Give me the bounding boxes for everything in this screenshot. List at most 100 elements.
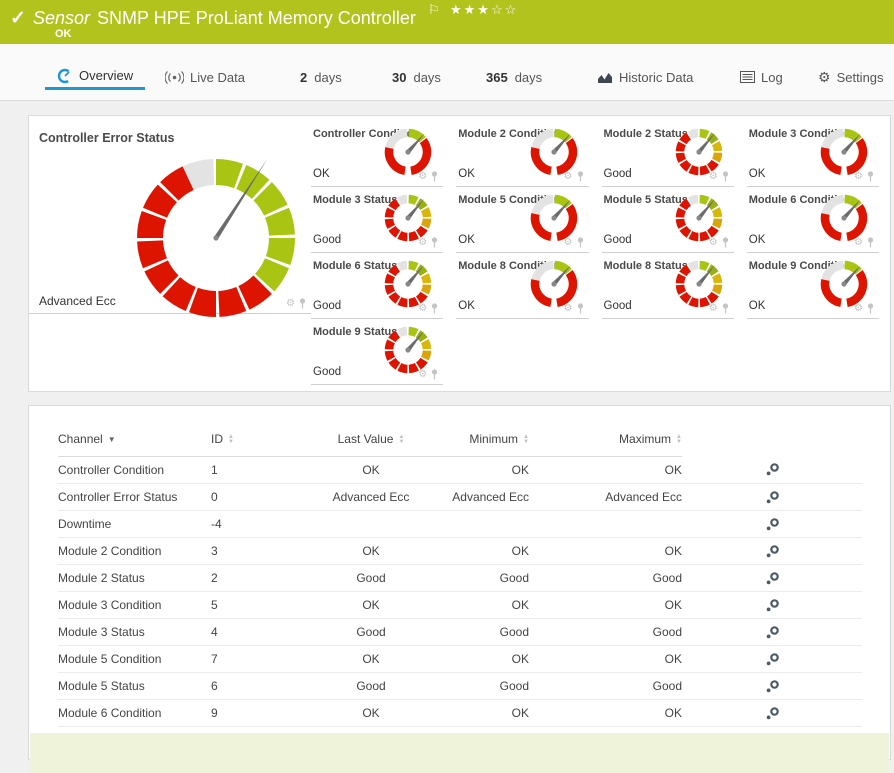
table-row[interactable]: Controller Error Status 0 Advanced Ecc A…	[58, 483, 862, 511]
small-gauges-grid: Controller Condition OK ⚙ Module 2 Condi…	[311, 121, 892, 385]
column-header-channel[interactable]: Channel ▼	[58, 432, 211, 457]
tab-live-data[interactable]: Live Data	[153, 69, 257, 90]
priority-stars[interactable]: ★★★☆☆	[450, 2, 518, 18]
channel-settings-icon[interactable]	[765, 517, 780, 532]
pin-icon[interactable]	[576, 171, 585, 182]
pin-icon[interactable]	[866, 303, 875, 314]
sort-icon: ▲ ▼	[398, 433, 405, 445]
tab-label: Live Data	[190, 69, 245, 85]
tab-label: Overview	[79, 68, 134, 83]
cell-last-value: Good	[311, 564, 431, 592]
gauge-panel-module-2-status[interactable]: Module 2 Status Good ⚙	[601, 121, 734, 187]
pin-icon[interactable]	[576, 303, 585, 314]
flag-icon[interactable]: ⚐	[428, 2, 440, 18]
gauge-panel-module-6-condition[interactable]: Module 6 Condition OK ⚙	[746, 187, 879, 253]
gauge-panel-module-6-status[interactable]: Module 6 Status Good ⚙	[311, 253, 444, 319]
gear-icon[interactable]: ⚙	[418, 369, 427, 380]
gauge-panel-module-8-condition[interactable]: Module 8 Condition OK ⚙	[456, 253, 589, 319]
cell-id: 1	[211, 456, 311, 484]
column-header-minimum[interactable]: Minimum ▲ ▼	[431, 432, 529, 457]
gauge-panel-module-2-condition[interactable]: Module 2 Condition OK ⚙	[456, 121, 589, 187]
gear-icon[interactable]: ⚙	[854, 303, 863, 314]
cell-last-value: OK	[311, 645, 431, 673]
gear-icon[interactable]: ⚙	[418, 237, 427, 248]
table-row[interactable]: Module 6 Condition 9 OK OK OK	[58, 699, 862, 727]
main-gauge	[137, 158, 295, 317]
table-row[interactable]: Module 3 Condition 5 OK OK OK	[58, 591, 862, 619]
cell-id: 4	[211, 618, 311, 646]
channel-settings-icon[interactable]	[765, 706, 780, 721]
pin-icon[interactable]	[866, 171, 875, 182]
tab-log[interactable]: Log	[728, 70, 795, 90]
table-row[interactable]: Module 5 Status 6 Good Good Good	[58, 672, 862, 700]
channel-settings-icon[interactable]	[765, 598, 780, 613]
pin-icon[interactable]	[430, 237, 439, 248]
gauge-panel-module-8-status[interactable]: Module 8 Status Good ⚙	[601, 253, 734, 319]
pin-icon[interactable]	[721, 237, 730, 248]
gauge-panel-module-3-status[interactable]: Module 3 Status Good ⚙	[311, 187, 444, 253]
gear-icon[interactable]: ⚙	[418, 303, 427, 314]
column-header-maximum[interactable]: Maximum ▲ ▼	[529, 432, 682, 457]
channel-settings-icon[interactable]	[765, 544, 780, 559]
gauge-value: Good	[603, 300, 632, 312]
channel-settings-icon[interactable]	[765, 679, 780, 694]
column-header-last-value[interactable]: Last Value ▲ ▼	[311, 432, 431, 457]
pin-icon[interactable]	[430, 369, 439, 380]
channel-settings-icon[interactable]	[765, 625, 780, 640]
cell-id: 3	[211, 537, 311, 565]
cell-channel: Controller Condition	[58, 456, 211, 484]
tab-days[interactable]: 365 days	[474, 70, 554, 90]
tab-days[interactable]: 2 days	[288, 70, 354, 90]
gauge-panel-controller-condition[interactable]: Controller Condition OK ⚙	[311, 121, 444, 187]
gear-icon[interactable]: ⚙	[418, 171, 427, 182]
table-row[interactable]: Controller Condition 1 OK OK OK	[58, 456, 862, 484]
main-gauge-panel[interactable]: Controller Error Status Advanced Ecc ⚙	[29, 121, 311, 317]
gear-icon[interactable]: ⚙	[564, 171, 573, 182]
tab-historic-data[interactable]: Historic Data	[585, 70, 705, 90]
cell-channel: Module 6 Condition	[58, 699, 211, 727]
cell-last-value: OK	[311, 699, 431, 727]
pin-icon[interactable]	[721, 171, 730, 182]
tab-days[interactable]: 30 days	[380, 70, 453, 90]
gear-icon[interactable]: ⚙	[709, 171, 718, 182]
gauge-panel-module-9-status[interactable]: Module 9 Status Good ⚙	[311, 319, 444, 385]
gauge-panel-module-5-condition[interactable]: Module 5 Condition OK ⚙	[456, 187, 589, 253]
pin-icon[interactable]	[866, 237, 875, 248]
gear-icon[interactable]: ⚙	[564, 237, 573, 248]
gauge-panel-module-5-status[interactable]: Module 5 Status Good ⚙	[601, 187, 734, 253]
pin-icon[interactable]	[298, 298, 307, 309]
gear-icon[interactable]: ⚙	[854, 237, 863, 248]
channel-settings-icon[interactable]	[765, 652, 780, 667]
cell-id: 7	[211, 645, 311, 673]
gear-icon[interactable]: ⚙	[564, 303, 573, 314]
cell-maximum: OK	[529, 645, 682, 673]
tab-settings[interactable]: ⚙ Settings	[806, 69, 894, 90]
table-row[interactable]: Module 2 Status 2 Good Good Good	[58, 564, 862, 592]
tab-overview[interactable]: Overview	[45, 68, 146, 90]
table-row[interactable]: Downtime -4	[58, 510, 862, 538]
channel-settings-icon[interactable]	[765, 571, 780, 586]
gear-icon[interactable]: ⚙	[709, 303, 718, 314]
cell-last-value	[311, 510, 431, 538]
gear-icon[interactable]: ⚙	[854, 171, 863, 182]
gauge-panel-module-3-condition[interactable]: Module 3 Condition OK ⚙	[746, 121, 879, 187]
pin-icon[interactable]	[430, 171, 439, 182]
cell-minimum: Good	[431, 618, 529, 646]
gear-icon[interactable]: ⚙	[286, 298, 295, 309]
pin-icon[interactable]	[430, 303, 439, 314]
channel-settings-icon[interactable]	[765, 462, 780, 477]
pin-icon[interactable]	[721, 303, 730, 314]
gauge-panel-module-9-condition[interactable]: Module 9 Condition OK ⚙	[746, 253, 879, 319]
channel-settings-icon[interactable]	[765, 490, 780, 505]
gear-icon[interactable]: ⚙	[709, 237, 718, 248]
pin-icon[interactable]	[576, 237, 585, 248]
table-row[interactable]: Module 2 Condition 3 OK OK OK	[58, 537, 862, 565]
table-row[interactable]: Module 3 Status 4 Good Good Good	[58, 618, 862, 646]
sort-icon: ▲ ▼	[228, 433, 234, 445]
cell-minimum: Good	[431, 672, 529, 700]
column-header-id[interactable]: ID ▲ ▼	[211, 432, 311, 457]
cell-minimum: OK	[431, 456, 529, 484]
table-row[interactable]: Module 5 Condition 7 OK OK OK	[58, 645, 862, 673]
cell-id: 6	[211, 672, 311, 700]
gauge-value: OK	[313, 168, 330, 180]
